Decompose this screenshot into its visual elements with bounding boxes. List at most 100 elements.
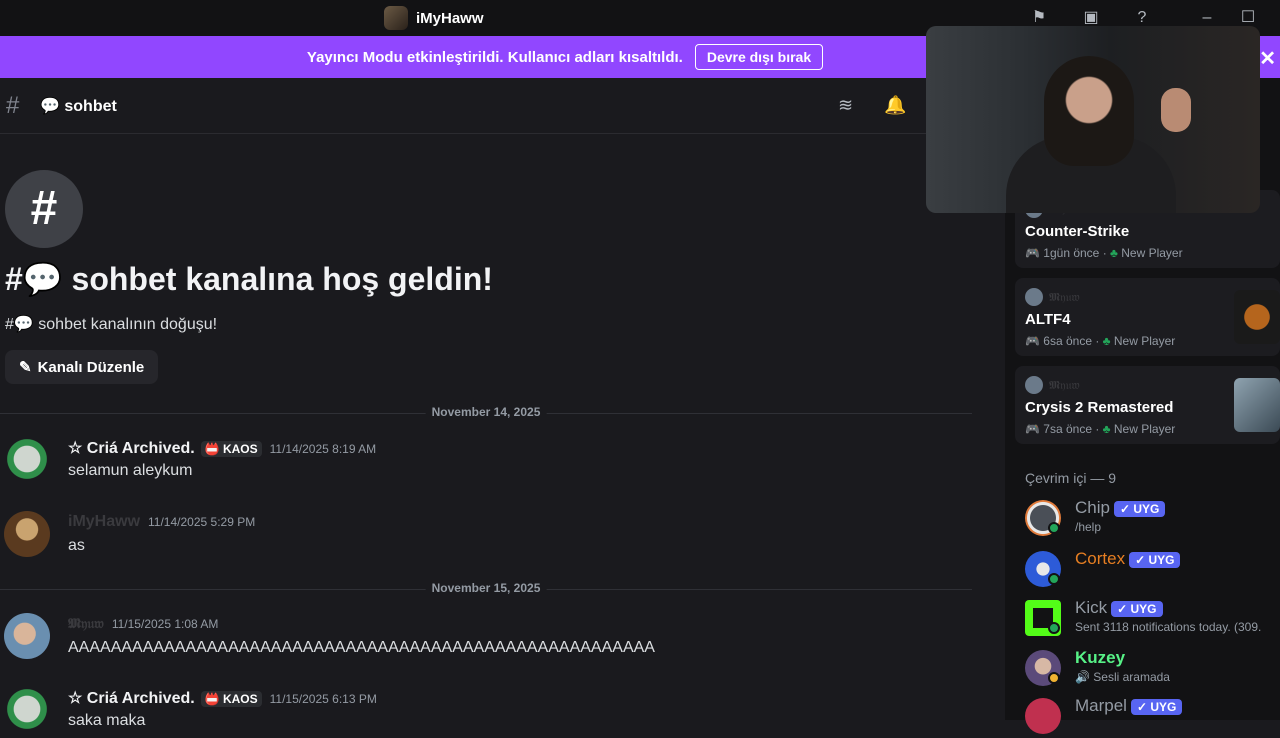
- webcam-person-head: [1044, 56, 1134, 166]
- message-header: 𝕸𝔶𝔲𝔴 11/15/2025 1:08 AM: [68, 615, 218, 633]
- maximize-icon[interactable]: ☐: [1237, 8, 1259, 28]
- channel-name: 💬 sohbet: [40, 98, 117, 115]
- message-text: AAAAAAAAAAAAAAAAAAAAAAAAAAAAAAAAAAAAAAAA…: [68, 639, 655, 656]
- avatar[interactable]: [4, 613, 50, 659]
- member-name-row: Cortex ✓ UYG: [1075, 549, 1181, 569]
- server-avatar: [384, 6, 408, 30]
- inbox-icon[interactable]: ⚑: [1028, 8, 1050, 28]
- date-divider-label: November 15, 2025: [425, 581, 547, 595]
- message-text: saka maka: [68, 712, 146, 729]
- role-tag: 📛 KAOS: [200, 440, 262, 457]
- date-divider-label: November 14, 2025: [425, 405, 547, 419]
- controller-icon: 🎮: [1025, 334, 1040, 348]
- activity-badge: New Player: [1121, 246, 1183, 260]
- member-status: /help: [1075, 520, 1102, 534]
- edit-channel-label: Kanalı Düzenle: [37, 358, 145, 376]
- member-name: Cortex: [1075, 549, 1126, 568]
- controller-icon: 🎮: [1025, 422, 1040, 436]
- app-badge: ✓ UYG: [1113, 500, 1166, 517]
- message-header: iMyHaww 11/14/2025 5:29 PM: [68, 513, 255, 531]
- member-item[interactable]: Kuzey 🔊 Sesli aramada: [1025, 646, 1280, 690]
- member-item[interactable]: Marpel ✓ UYG: [1025, 694, 1280, 738]
- help-icon[interactable]: ?: [1131, 8, 1153, 28]
- activity-game: Crysis 2 Remastered: [1025, 399, 1174, 416]
- close-icon[interactable]: ✕: [1259, 46, 1276, 71]
- message-list: # #💬 sohbet kanalına hoş geldin! #💬 sohb…: [0, 134, 1005, 732]
- avatar: [1025, 698, 1061, 734]
- member-name-row: Chip ✓ UYG: [1075, 498, 1166, 518]
- badge-icon: ♣: [1110, 246, 1118, 260]
- game-thumbnail: [1234, 378, 1280, 432]
- activity-time: 7sa önce: [1043, 422, 1092, 436]
- author-name[interactable]: ☆ Criá Archived.: [68, 690, 195, 707]
- message-text: selamun aleykum: [68, 462, 193, 479]
- author-name[interactable]: 𝕸𝔶𝔲𝔴: [68, 615, 104, 631]
- member-item[interactable]: Kick ✓ UYG Sent 3118 notifications today.…: [1025, 596, 1280, 640]
- bell-icon[interactable]: 🔔: [884, 95, 906, 116]
- member-name-row: Marpel ✓ UYG: [1075, 696, 1183, 716]
- member-name: Chip: [1075, 498, 1110, 517]
- app-badge: ✓ UYG: [1111, 600, 1163, 617]
- webcam-person-hand: [1161, 88, 1191, 132]
- date-divider: November 14, 2025: [0, 405, 972, 419]
- channel-header: # 💬 sohbet ≋ 🔔: [0, 78, 1005, 134]
- activity-meta: 🎮 7sa önce · ♣ New Player: [1025, 422, 1176, 436]
- online-section-header: Çevrim içi — 9: [1025, 470, 1117, 486]
- timestamp: 11/15/2025 6:13 PM: [269, 692, 377, 706]
- timestamp: 11/15/2025 1:08 AM: [111, 617, 219, 631]
- activity-meta: 🎮 1gün önce · ♣ New Player: [1025, 246, 1183, 260]
- webcam-overlay: [926, 26, 1260, 213]
- minimize-icon[interactable]: –: [1196, 8, 1218, 28]
- idle-status-icon: [1048, 672, 1060, 684]
- avatar: [1025, 376, 1043, 394]
- author-name[interactable]: ☆ Criá Archived.: [68, 440, 195, 457]
- controller-icon: 🎮: [1025, 246, 1040, 260]
- activity-card[interactable]: 𝕸𝔶𝔲𝔴 ALTF4 🎮 6sa önce · ♣ New Player: [1015, 278, 1280, 356]
- member-name: Marpel: [1075, 696, 1127, 715]
- activity-user-name: 𝕸𝔶𝔲𝔴: [1049, 377, 1080, 392]
- member-name-row: Kick ✓ UYG: [1075, 598, 1163, 618]
- pencil-icon: ✎: [19, 359, 32, 376]
- activity-user: 𝕸𝔶𝔲𝔴: [1025, 288, 1080, 306]
- online-status-icon: [1048, 622, 1060, 634]
- banner-text: Yayıncı Modu etkinleştirildi. Kullanıcı …: [306, 48, 683, 66]
- avatar[interactable]: [4, 686, 50, 732]
- welcome-heading: #💬 sohbet kanalına hoş geldin!: [5, 261, 493, 297]
- edit-channel-button[interactable]: ✎ Kanalı Düzenle: [5, 350, 159, 384]
- game-thumbnail: [1234, 290, 1280, 344]
- disable-streamer-mode-button[interactable]: Devre dışı bırak: [694, 44, 824, 70]
- timestamp: 11/14/2025 8:19 AM: [269, 442, 377, 456]
- channel-hash-icon: #: [5, 170, 83, 248]
- member-name: Kuzey: [1075, 648, 1126, 667]
- activity-meta: 🎮 6sa önce · ♣ New Player: [1025, 334, 1176, 348]
- hash-icon: #: [6, 92, 20, 119]
- activity-badge: New Player: [1113, 422, 1176, 436]
- app-badge: ✓ UYG: [1130, 698, 1183, 715]
- avatar[interactable]: [4, 511, 50, 557]
- screen-share-icon[interactable]: ▣: [1080, 8, 1102, 28]
- member-item[interactable]: Cortex ✓ UYG: [1025, 547, 1280, 591]
- activity-time: 1gün önce: [1043, 246, 1100, 260]
- activity-user: 𝕸𝔶𝔲𝔴: [1025, 376, 1080, 394]
- date-divider: November 15, 2025: [0, 581, 972, 595]
- online-status-icon: [1048, 573, 1060, 585]
- badge-icon: ♣: [1102, 422, 1111, 436]
- author-name[interactable]: iMyHaww: [68, 513, 140, 530]
- channel-birth-text: #💬 sohbet kanalının doğuşu!: [5, 316, 218, 333]
- activity-time: 6sa önce: [1043, 334, 1092, 348]
- member-name-row: Kuzey: [1075, 648, 1125, 668]
- threads-icon[interactable]: ≋: [838, 95, 853, 116]
- message-header: ☆ Criá Archived. 📛 KAOS 11/15/2025 6:13 PM: [68, 688, 377, 708]
- app-badge: ✓ UYG: [1129, 551, 1181, 568]
- activity-badge: New Player: [1113, 334, 1176, 348]
- timestamp: 11/14/2025 5:29 PM: [148, 515, 256, 529]
- window-title: iMyHaww: [416, 9, 484, 27]
- avatar: [1025, 288, 1043, 306]
- member-status: Sent 3118 notifications today. (309.: [1075, 620, 1262, 634]
- member-item[interactable]: Chip ✓ UYG /help: [1025, 496, 1280, 540]
- activity-card[interactable]: 𝕸𝔶𝔲𝔴 Crysis 2 Remastered 🎮 7sa önce · ♣ …: [1015, 366, 1280, 444]
- role-tag: 📛 KAOS: [200, 690, 262, 707]
- activity-game: ALTF4: [1025, 311, 1071, 328]
- badge-icon: ♣: [1102, 334, 1111, 348]
- avatar[interactable]: [4, 436, 50, 482]
